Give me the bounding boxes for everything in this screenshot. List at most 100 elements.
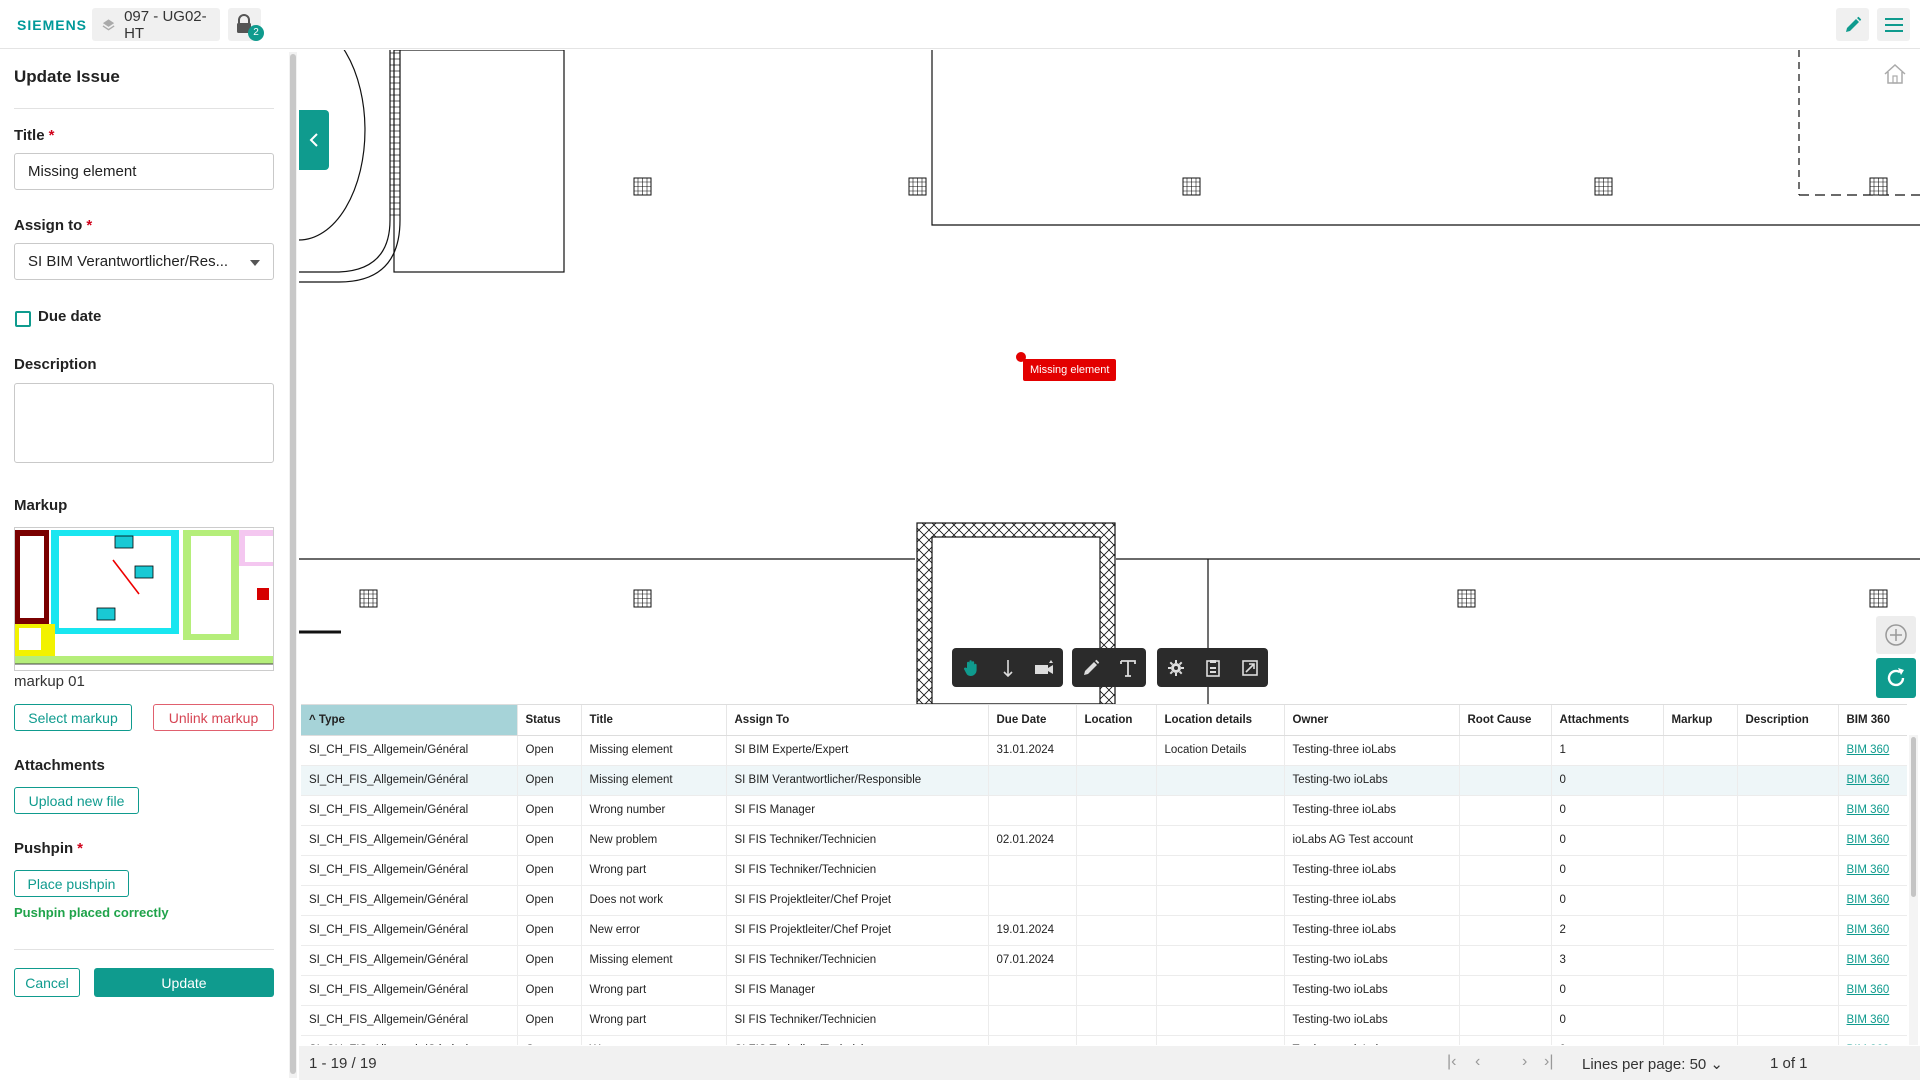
fullscreen-button[interactable] xyxy=(1231,648,1268,687)
cell-location xyxy=(1076,1005,1157,1036)
divider xyxy=(14,108,274,109)
cell-location xyxy=(1076,795,1157,826)
properties-button[interactable] xyxy=(1194,648,1231,687)
home-icon[interactable] xyxy=(1883,63,1907,85)
unlink-markup-button[interactable]: Unlink markup xyxy=(153,704,274,731)
column-header-bim360[interactable]: BIM 360 xyxy=(1838,705,1907,736)
table-row[interactable]: SI_CH_FIS_Allgemein/Général Open New error… xyxy=(301,915,1907,946)
column-header-description[interactable]: Description xyxy=(1737,705,1839,736)
cell-bim360[interactable]: BIM 360 xyxy=(1838,1035,1907,1045)
cell-assign-to: SI FIS Projektleiter/Chef Projet xyxy=(726,885,989,916)
cell-root-cause xyxy=(1459,855,1552,886)
column-header-location-details[interactable]: Location details xyxy=(1156,705,1285,736)
draw-tool-button[interactable] xyxy=(1072,648,1109,687)
cell-root-cause xyxy=(1459,795,1552,826)
column-header-attachments[interactable]: Attachments xyxy=(1551,705,1664,736)
cell-location xyxy=(1076,855,1157,886)
move-vertical-button[interactable] xyxy=(989,648,1026,687)
table-row[interactable]: SI_CH_FIS_Allgemein/Général Open Wrong num… xyxy=(301,795,1907,826)
cell-bim360[interactable]: BIM 360 xyxy=(1838,885,1907,916)
cell-bim360[interactable]: BIM 360 xyxy=(1838,945,1907,976)
column-header-root-cause[interactable]: Root Cause xyxy=(1459,705,1552,736)
place-pushpin-button[interactable]: Place pushpin xyxy=(14,870,129,897)
table-row[interactable]: SI_CH_FIS_Allgemein/Général Open Does not … xyxy=(301,885,1907,916)
cell-bim360[interactable]: BIM 360 xyxy=(1838,825,1907,856)
cell-bim360[interactable]: BIM 360 xyxy=(1838,855,1907,886)
cell-location-details: Location Details xyxy=(1156,735,1285,766)
lock-count-badge: 2 xyxy=(248,25,264,41)
table-row[interactable]: SI_CH_FIS_Allgemein/Général Open New probl… xyxy=(301,825,1907,856)
cell-attachments: 1 xyxy=(1551,735,1664,766)
cell-location-details xyxy=(1156,885,1285,916)
cell-status: Open xyxy=(517,735,582,766)
column-header-due-date[interactable]: Due Date xyxy=(988,705,1077,736)
cell-bim360[interactable]: BIM 360 xyxy=(1838,765,1907,796)
collapse-panel-button[interactable] xyxy=(299,110,329,170)
cell-bim360[interactable]: BIM 360 xyxy=(1838,735,1907,766)
column-header-type[interactable]: ^ Type xyxy=(301,705,518,736)
pan-tool-button[interactable] xyxy=(952,648,989,687)
table-row[interactable]: SI_CH_FIS_Allgemein/Général Open Missing e… xyxy=(301,765,1907,796)
table-row[interactable]: SI_CH_FIS_Allgemein/Général Open Missing e… xyxy=(301,735,1907,766)
description-textarea[interactable] xyxy=(14,383,274,463)
prev-page-icon[interactable]: ‹ xyxy=(1475,1053,1480,1071)
assign-select[interactable]: SI BIM Verantwortlicher/Res... xyxy=(14,243,274,280)
column-header-owner[interactable]: Owner xyxy=(1284,705,1460,736)
first-page-icon[interactable]: |‹ xyxy=(1447,1053,1456,1071)
text-tool-button[interactable] xyxy=(1109,648,1146,687)
cell-type: SI_CH_FIS_Allgemein/Général xyxy=(301,735,518,766)
refresh-button[interactable] xyxy=(1876,658,1916,698)
cell-title: Wrong part xyxy=(581,1035,727,1045)
due-date-checkbox[interactable] xyxy=(15,311,31,327)
markup-thumbnail[interactable] xyxy=(14,527,274,671)
cell-description xyxy=(1737,855,1839,886)
update-button[interactable]: Update xyxy=(94,968,274,997)
edit-button[interactable] xyxy=(1836,8,1869,41)
upload-file-button[interactable]: Upload new file xyxy=(14,787,139,814)
zoom-in-button[interactable] xyxy=(1876,616,1916,654)
cell-bim360[interactable]: BIM 360 xyxy=(1838,795,1907,826)
table-scrollbar[interactable] xyxy=(1909,735,1918,1045)
cell-markup xyxy=(1663,975,1738,1006)
cell-due-date xyxy=(988,1035,1077,1045)
hamburger-icon xyxy=(1884,17,1903,32)
cell-bim360[interactable]: BIM 360 xyxy=(1838,915,1907,946)
markup-label: Markup xyxy=(14,497,68,514)
cell-description xyxy=(1737,1005,1839,1036)
cell-status: Open xyxy=(517,945,582,976)
cell-assign-to: SI FIS Techniker/Technicien xyxy=(726,1035,989,1045)
camera-button[interactable] xyxy=(1026,648,1063,687)
column-header-status[interactable]: Status xyxy=(517,705,582,736)
pencil-icon xyxy=(1845,16,1861,32)
main-menu-button[interactable] xyxy=(1877,8,1910,41)
column-header-location[interactable]: Location xyxy=(1076,705,1157,736)
cell-bim360[interactable]: BIM 360 xyxy=(1838,1005,1907,1036)
panel-scrollbar[interactable] xyxy=(289,52,297,1078)
lock-button[interactable]: 2 xyxy=(228,8,264,41)
last-page-icon[interactable]: ›| xyxy=(1544,1053,1553,1071)
cancel-button[interactable]: Cancel xyxy=(14,968,80,997)
lines-per-page-select[interactable]: Lines per page: 50 ⌄ xyxy=(1582,1055,1723,1073)
table-row[interactable]: SI_CH_FIS_Allgemein/GénéralOpenWrong par… xyxy=(301,975,1907,1006)
title-input[interactable]: Missing element xyxy=(14,153,274,190)
table-row[interactable]: SI_CH_FIS_Allgemein/GénéralOpenWrong par… xyxy=(301,1035,1907,1045)
column-header-markup[interactable]: Markup xyxy=(1663,705,1738,736)
project-selector[interactable]: 097 - UG02-HT xyxy=(92,8,220,42)
cell-location-details xyxy=(1156,945,1285,976)
cell-location xyxy=(1076,945,1157,976)
column-header-title[interactable]: Title xyxy=(581,705,727,736)
next-page-icon[interactable]: › xyxy=(1522,1053,1527,1071)
table-row[interactable]: SI_CH_FIS_Allgemein/GénéralOpenWrong par… xyxy=(301,855,1907,886)
pushpin-label[interactable]: Missing element xyxy=(1023,359,1117,381)
cell-status: Open xyxy=(517,885,582,916)
table-row[interactable]: SI_CH_FIS_Allgemein/Général Open Missing e… xyxy=(301,945,1907,976)
table-row[interactable]: SI_CH_FIS_Allgemein/GénéralOpenWrong par… xyxy=(301,1005,1907,1036)
cell-assign-to: SI FIS Projektleiter/Chef Projet xyxy=(726,915,989,946)
panel-heading: Update Issue xyxy=(14,67,120,86)
settings-button[interactable] xyxy=(1157,648,1194,687)
column-header-assign-to[interactable]: Assign To xyxy=(726,705,989,736)
select-markup-button[interactable]: Select markup xyxy=(14,704,132,731)
cell-bim360[interactable]: BIM 360 xyxy=(1838,975,1907,1006)
cell-due-date xyxy=(988,885,1077,916)
cell-owner: Testing-three ioLabs xyxy=(1284,795,1460,826)
